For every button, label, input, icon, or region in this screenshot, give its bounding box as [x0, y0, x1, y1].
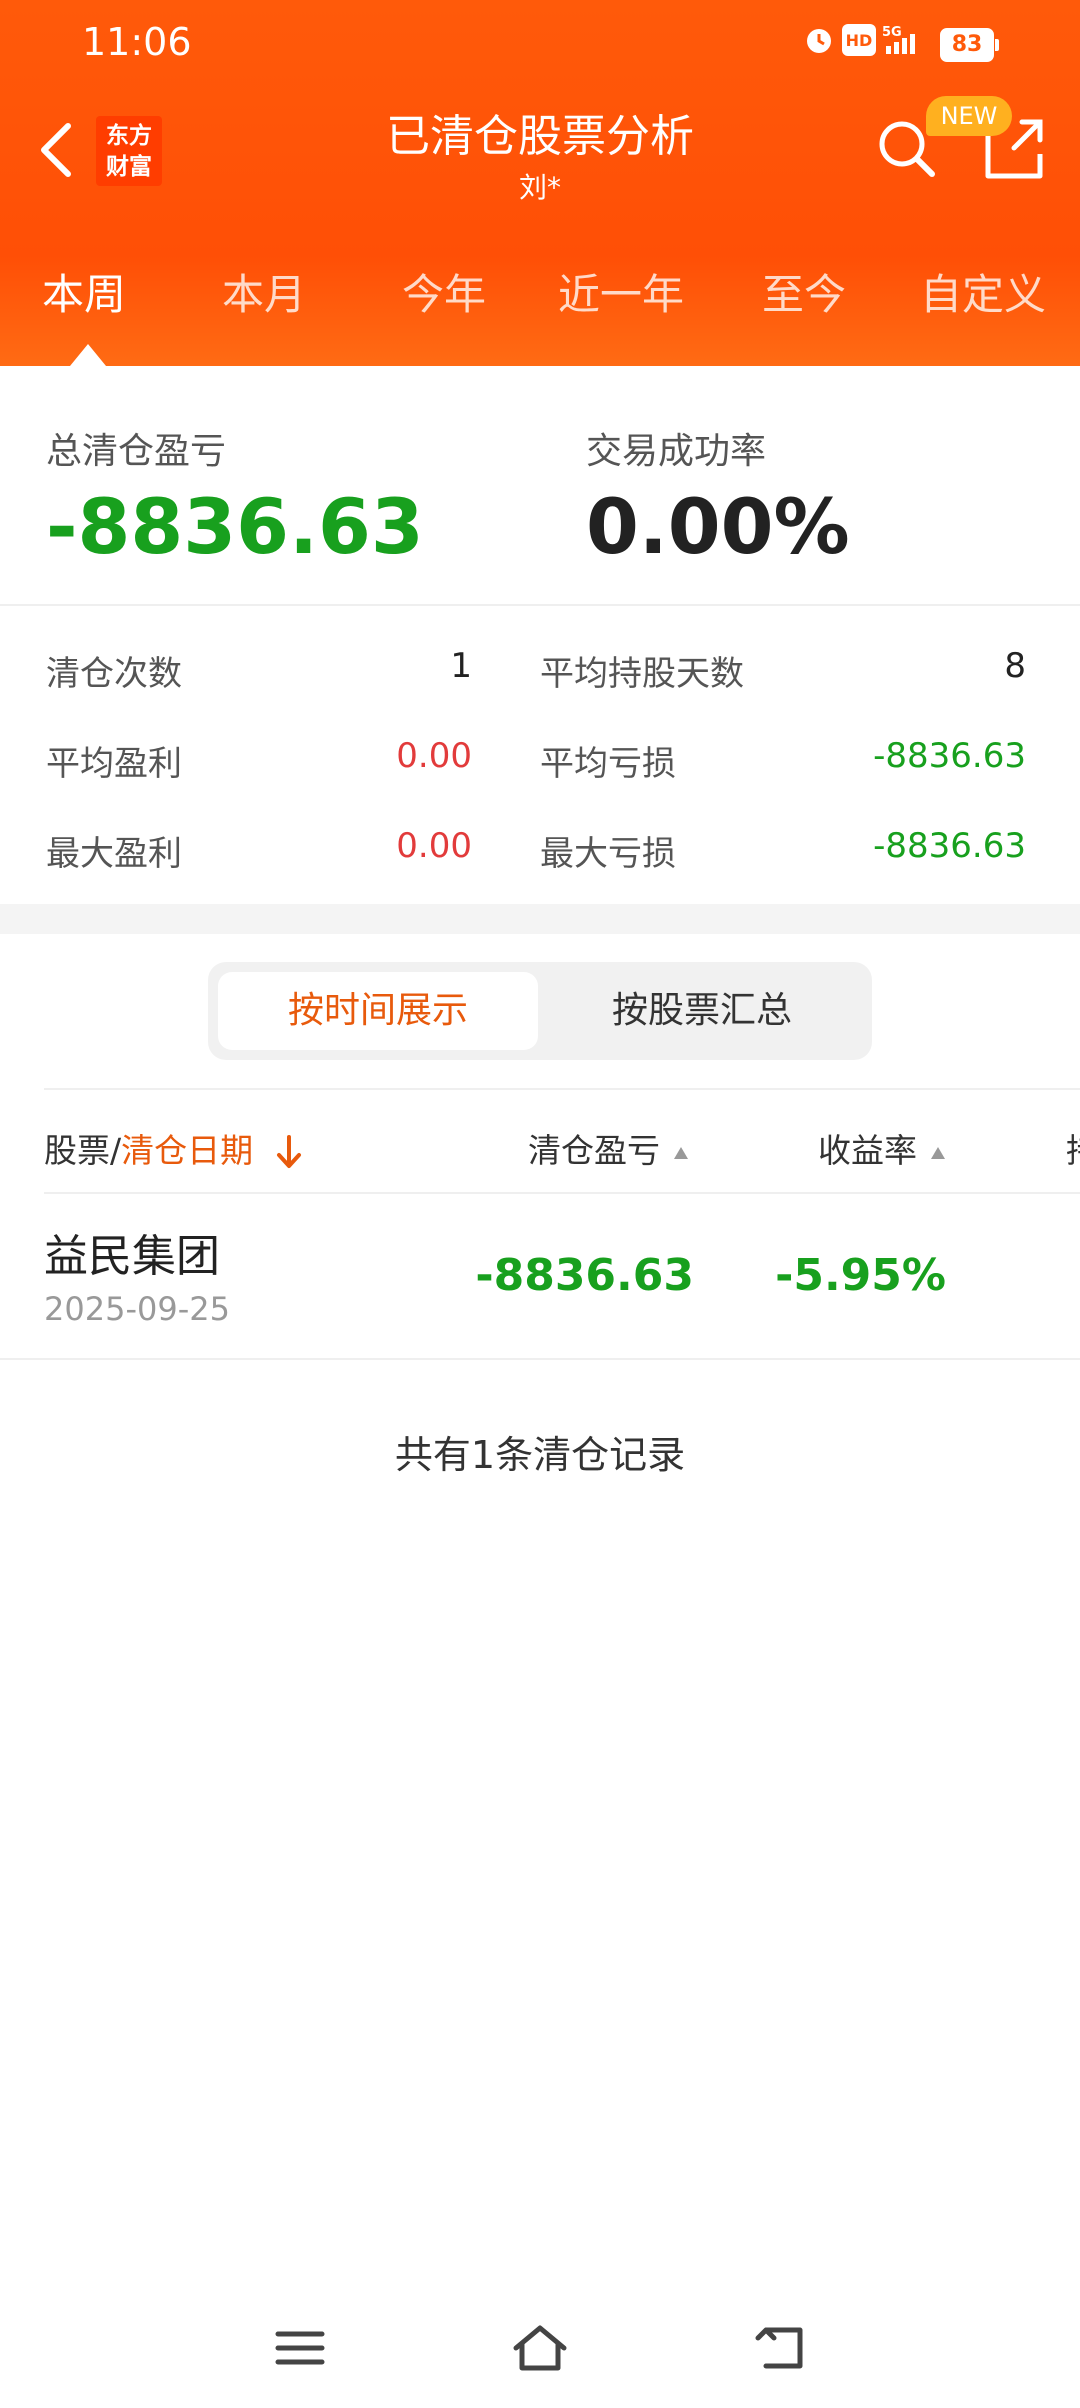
- tab-this-year[interactable]: 今年: [402, 258, 486, 332]
- max-loss-value: -8836.63: [873, 826, 1026, 866]
- column-header-stock[interactable]: 股票/清仓日期: [44, 1124, 304, 1173]
- max-profit-label: 最大盈利: [46, 834, 182, 874]
- summary-section: 总清仓盈亏 -8836.63 交易成功率 0.00%: [0, 366, 1080, 606]
- header-bar: 11:06 HD 5G 83 东方 财富 已清仓股票分析 刘* NEW 本周 本…: [0, 0, 1080, 366]
- total-pnl-label: 总清仓盈亏: [46, 431, 227, 472]
- table-row[interactable]: 益民集团 2025-09-25 -8836.63 -5.95%: [0, 1194, 1080, 1358]
- battery-icon: 83: [940, 28, 999, 62]
- tab-this-week[interactable]: 本周: [42, 258, 126, 332]
- new-badge: NEW: [926, 96, 1012, 136]
- clear-count-label: 清仓次数: [46, 654, 182, 694]
- clear-date: 2025-09-25: [44, 1290, 230, 1328]
- sort-triangle-icon: [674, 1146, 688, 1159]
- max-profit-value: 0.00: [396, 826, 472, 866]
- avg-profit-label: 平均盈利: [46, 744, 182, 784]
- tab-indicator: [70, 344, 106, 366]
- column-header-pnl[interactable]: 清仓盈亏: [528, 1124, 688, 1172]
- column-return-label: 收益率: [818, 1131, 917, 1170]
- row-return: -5.95%: [775, 1250, 946, 1301]
- by-stock-button[interactable]: 按股票汇总: [542, 972, 862, 1050]
- section-gap: [0, 904, 1080, 934]
- column-date-label: 清仓日期: [121, 1131, 254, 1170]
- table-header: 股票/清仓日期 清仓盈亏 收益率 持: [0, 1090, 1080, 1194]
- stats-grid: 清仓次数 1 平均持股天数 8 平均盈利 0.00 平均亏损 -8836.63 …: [0, 606, 1080, 906]
- stock-name: 益民集团: [44, 1231, 220, 1282]
- record-count-note: 共有1条清仓记录: [394, 1433, 686, 1477]
- signal-icon: 5G: [882, 24, 930, 56]
- clear-count-value: 1: [450, 646, 472, 686]
- avg-loss-label: 平均亏损: [540, 744, 676, 784]
- column-pnl-label: 清仓盈亏: [528, 1131, 660, 1170]
- by-time-button[interactable]: 按时间展示: [218, 972, 538, 1050]
- success-rate-value: 0.00%: [586, 482, 850, 571]
- status-bar: 11:06 HD 5G 83: [0, 0, 1080, 86]
- tab-this-month[interactable]: 本月: [222, 258, 306, 332]
- period-tabs: 本周 本月 今年 近一年 至今 自定义: [0, 258, 1080, 348]
- home-icon: [513, 2325, 567, 2371]
- avg-days-value: 8: [1004, 646, 1026, 686]
- back-arrow-icon: [755, 2327, 803, 2369]
- back-nav-button[interactable]: [752, 2318, 812, 2378]
- column-header-more[interactable]: 持: [1066, 1124, 1080, 1172]
- home-button[interactable]: [510, 2318, 570, 2378]
- tab-last-year[interactable]: 近一年: [558, 258, 684, 332]
- system-nav-bar: [0, 2300, 1080, 2408]
- arrow-down-icon: [276, 1134, 301, 1168]
- avg-profit-value: 0.00: [396, 736, 472, 776]
- column-stock-label: 股票/: [44, 1131, 122, 1170]
- alarm-icon: [802, 24, 836, 56]
- column-header-return[interactable]: 收益率: [818, 1124, 945, 1172]
- max-loss-label: 最大亏损: [540, 834, 676, 874]
- menu-icon: [275, 2331, 325, 2365]
- svg-text:5G: 5G: [882, 25, 902, 40]
- avg-days-label: 平均持股天数: [540, 654, 744, 694]
- total-pnl-value: -8836.63: [46, 482, 424, 571]
- success-rate-label: 交易成功率: [586, 431, 767, 472]
- hd-icon: HD: [842, 24, 876, 56]
- tab-to-date[interactable]: 至今: [762, 258, 846, 332]
- row-pnl: -8836.63: [475, 1250, 694, 1301]
- menu-button[interactable]: [270, 2318, 330, 2378]
- sort-triangle-icon: [931, 1146, 945, 1159]
- status-time: 11:06: [82, 20, 192, 64]
- avg-loss-value: -8836.63: [873, 736, 1026, 776]
- view-toggle: 按时间展示 按股票汇总: [208, 962, 872, 1060]
- tab-custom[interactable]: 自定义: [920, 258, 1046, 332]
- divider: [0, 1358, 1080, 1360]
